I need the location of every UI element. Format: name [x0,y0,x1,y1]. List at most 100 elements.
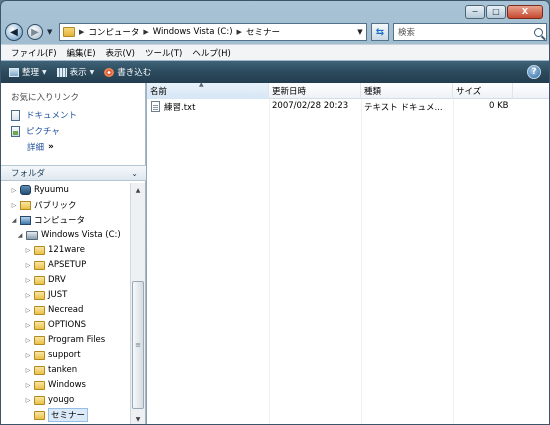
expand-arrow-icon[interactable]: ▷ [25,292,31,299]
expand-arrow-icon[interactable]: ▷ [25,352,31,359]
organize-button[interactable]: 整理 ▼ [9,66,47,78]
tree-item-folder[interactable]: ▷ OPTIONS [25,318,86,332]
column-header-modified[interactable]: 更新日時 [269,83,361,99]
favorite-link-pictures[interactable]: ピクチャ [11,125,60,137]
maximize-button[interactable]: □ [486,5,506,19]
back-button[interactable]: ◀ [5,23,23,41]
tree-item-folder[interactable]: ▷ APSETUP [25,258,87,272]
tree-item-folder[interactable]: ▷ 121ware [25,243,85,257]
refresh-icon: ⇆ [375,26,385,38]
tree-item-folder[interactable]: ▷ Windows [25,378,86,392]
favorite-links-title: お気に入りリンク [11,93,80,103]
user-icon [20,185,31,195]
address-dropdown-icon[interactable]: ▼ [354,28,366,36]
breadcrumb-separator-icon[interactable]: ▶ [79,28,84,36]
expand-arrow-icon[interactable]: ▷ [25,277,31,284]
close-button[interactable]: X [507,5,543,19]
search-input[interactable]: 検索 [393,23,547,41]
organize-label: 整理 [22,68,40,78]
file-row[interactable]: 練習.txt 2007/02/28 20:23 テキスト ドキュメ... 0 K… [147,100,549,114]
recent-pages-dropdown[interactable]: ▼ [47,28,55,36]
expand-arrow-icon[interactable]: ▷ [11,202,17,209]
tree-item-label: Windows [48,380,86,390]
expand-arrow-icon[interactable]: ▷ [11,187,17,194]
column-divider [453,99,454,424]
breadcrumb-seminar[interactable]: セミナー [246,26,280,38]
scroll-down-icon[interactable]: ▼ [132,413,144,424]
tree-item-folder[interactable]: ▷ DRV [25,273,66,287]
folders-title: フォルダ [11,169,46,179]
tree-item-seminar-selected[interactable]: セミナー [25,408,89,422]
column-header-name[interactable]: 名前 ▲ [147,81,269,99]
minimize-button[interactable]: − [465,5,485,19]
column-header-type[interactable]: 種類 [361,83,453,99]
column-header-size[interactable]: サイズ [453,83,513,99]
folder-icon [34,260,45,270]
tree-item-computer[interactable]: ◢ コンピュータ [11,213,85,227]
menu-tools[interactable]: ツール(T) [145,47,182,59]
tree-item-folder[interactable]: ▷ tanken [25,363,77,377]
breadcrumb-separator-icon[interactable]: ▶ [237,28,242,36]
help-button[interactable]: ? [527,65,541,79]
column-label: サイズ [456,87,482,97]
breadcrumb-drive[interactable]: Windows Vista (C:) [153,27,233,37]
tree-item-public[interactable]: ▷ パブリック [11,198,77,212]
tree-item-drive-c[interactable]: ◢ Windows Vista (C:) [17,228,121,242]
breadcrumb-separator-icon[interactable]: ▶ [143,28,148,36]
tree-item-folder[interactable]: ▷ yougo [25,393,75,407]
tree-item-label: yougo [48,395,75,405]
tree-item-label: Necread [48,305,84,315]
folder-tree-scrollbar[interactable]: ▲ ≡ ▼ [130,183,145,424]
favorite-link-documents[interactable]: ドキュメント [11,109,77,121]
menu-help[interactable]: ヘルプ(H) [192,47,231,59]
folder-icon [34,275,45,285]
tree-item-ryuumu[interactable]: ▷ Ryuumu [11,183,69,197]
collapse-arrow-icon[interactable]: ◢ [17,232,23,239]
menu-file[interactable]: ファイル(F) [11,47,57,59]
tree-item-label: DRV [48,275,66,285]
address-row: ◀ ▶ ▼ ▶ コンピュータ ▶ Windows Vista (C:) ▶ セミ… [5,21,547,43]
favorite-links-more[interactable]: 詳細 » [27,141,54,153]
expand-arrow-icon[interactable]: ▷ [25,262,31,269]
expand-arrow-icon[interactable]: ▷ [25,397,31,404]
back-arrow-icon: ◀ [10,26,18,38]
refresh-button[interactable]: ⇆ [371,23,389,41]
expand-arrow-icon[interactable]: ▷ [25,337,31,344]
menu-view[interactable]: 表示(V) [106,47,135,59]
folder-icon [34,305,45,315]
search-icon[interactable] [534,27,543,37]
forward-button[interactable]: ▶ [27,24,43,40]
folder-icon [63,27,75,37]
expand-arrow-icon[interactable]: ▷ [25,367,31,374]
collapse-arrow-icon[interactable]: ◢ [11,217,17,224]
column-label: 種類 [364,87,382,97]
file-size: 0 KB [489,101,509,111]
expand-arrow-icon[interactable]: ▷ [25,247,31,254]
folder-icon [34,380,45,390]
tree-item-folder[interactable]: ▷ JUST [25,288,68,302]
expand-arrow-icon[interactable]: ▷ [25,322,31,329]
tree-item-label: Windows Vista (C:) [41,230,121,240]
folder-icon [34,335,45,345]
computer-icon [20,215,31,225]
burn-label: 書き込む [117,68,152,78]
address-bar[interactable]: ▶ コンピュータ ▶ Windows Vista (C:) ▶ セミナー ▼ [59,23,367,41]
scroll-up-icon[interactable]: ▲ [132,184,144,196]
burn-button[interactable]: 書き込む [104,66,151,78]
views-button[interactable]: 表示 ▼ [56,66,94,78]
chevron-down-icon: ⌄ [131,168,138,178]
tree-item-folder[interactable]: ▷ Necread [25,303,84,317]
scrollbar-thumb[interactable]: ≡ [132,281,144,409]
more-label: 詳細 [27,143,45,153]
tree-item-folder[interactable]: ▷ support [25,348,81,362]
expand-arrow-icon[interactable]: ▷ [25,382,31,389]
tree-item-folder[interactable]: ▷ Program Files [25,333,106,347]
breadcrumb-computer[interactable]: コンピュータ [88,26,139,38]
search-placeholder: 検索 [398,28,416,38]
folders-header[interactable]: フォルダ ⌄ [1,165,146,181]
menu-edit[interactable]: 編集(E) [67,47,96,59]
organize-icon [9,67,19,77]
expand-arrow-icon[interactable]: ▷ [25,307,31,314]
navigation-pane: お気に入りリンク ドキュメント ピクチャ 詳細 » フォルダ ⌄ ▷ Ryuum… [1,83,146,424]
chevron-down-icon: ▼ [42,68,47,76]
